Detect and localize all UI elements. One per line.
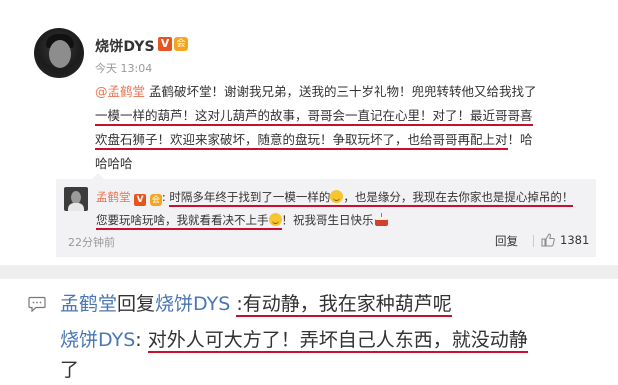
post-text-e: 哈哈哈 — [95, 156, 133, 171]
post-text-c: 欢盘石狮子！欢迎来家破坏，随意的盘玩！争取玩坏了，也给哥哥再配上对 — [95, 132, 508, 150]
post-author-name[interactable]: 烧饼DYS — [95, 36, 155, 56]
comment-vip-icon: 会 — [149, 194, 162, 206]
post-timestamp: 今天 13:04 — [95, 62, 153, 75]
comment-text-c: 您要玩啥玩啥，我就看看决不上手 — [96, 213, 269, 227]
reply-line-1: 孟鹤堂回复烧饼DYS :有动静，我在家种葫芦呢 — [60, 289, 452, 319]
comment-body: 孟鹤堂 V 会: 时隔多年终于找到了一模一样的 ，也是缘分，我现在去你家也是提心掉… — [96, 186, 588, 232]
commenter-avatar-body — [68, 203, 84, 211]
comment-verified-icon: V — [134, 194, 147, 206]
laugh-emoji-icon — [330, 190, 344, 203]
verified-badge-icon: V — [158, 37, 172, 51]
section-divider — [0, 265, 618, 279]
post-text-b: 一模一样的葫芦！这对儿葫芦的故事，哥哥会一直记在心里！对了！最近哥哥喜 — [95, 108, 533, 126]
reply-text-2: 对外人可大方了！弄坏自己人东西，就没动静 — [147, 329, 528, 353]
cake-emoji-icon — [374, 213, 389, 226]
thumbs-up-icon[interactable] — [541, 233, 555, 247]
reply-text-1: :有动静，我在家种葫芦呢 — [236, 293, 452, 317]
comment-text-a: 时隔多年终于找到了一模一样的 — [169, 190, 331, 204]
comment-bubble-icon — [28, 296, 46, 312]
reply-word: 回复 — [117, 293, 156, 315]
reply-colon-2: : — [135, 329, 148, 351]
post-text-d: ！哈 — [507, 132, 533, 147]
reply-button[interactable]: 回复 — [495, 233, 518, 249]
like-count: 1381 — [560, 233, 590, 247]
avatar-face — [49, 40, 71, 68]
reply-line-2: 烧饼DYS: 对外人可大方了！弄坏自己人东西，就没动静 了 — [60, 325, 600, 385]
vip-badge-icon: 会 — [174, 37, 188, 51]
replier-name[interactable]: 孟鹤堂 — [60, 293, 117, 315]
reply-text-2-tail: 了 — [60, 359, 80, 381]
comment-text-a-wrap: 时隔多年终于找到了一模一样的 ，也是缘分，我现在去你家也是提心掉吊的！ — [169, 190, 574, 207]
author-avatar[interactable] — [34, 28, 84, 78]
reply-target-name[interactable]: 烧饼DYS — [155, 293, 230, 315]
post-body: @孟鹤堂 孟鹤破坏堂！谢谢我兄弟，送我的三十岁礼物！兜兜转转他又给我找了 一模一… — [95, 80, 585, 176]
comment-text-c-wrap: 您要玩啥玩啥，我就看看决不上手 — [96, 213, 282, 230]
post-text-a: 孟鹤破坏堂！谢谢我兄弟，送我的三十岁礼物！兜兜转转他又给我找了 — [145, 84, 537, 99]
reply-author-2[interactable]: 烧饼DYS — [60, 329, 135, 351]
comment-text-b: ，也是缘分，我现在去你家也是提心掉吊的！ — [343, 190, 574, 204]
smile-emoji-icon — [268, 213, 282, 226]
mention-link[interactable]: @孟鹤堂 — [95, 84, 145, 99]
comment-timestamp: 22分钟前 — [68, 236, 115, 249]
comment-text-d: ！祝我哥生日快乐 — [281, 213, 374, 227]
commenter-avatar[interactable] — [64, 187, 88, 211]
action-divider — [533, 235, 534, 247]
commenter-name[interactable]: 孟鹤堂 — [96, 190, 131, 204]
